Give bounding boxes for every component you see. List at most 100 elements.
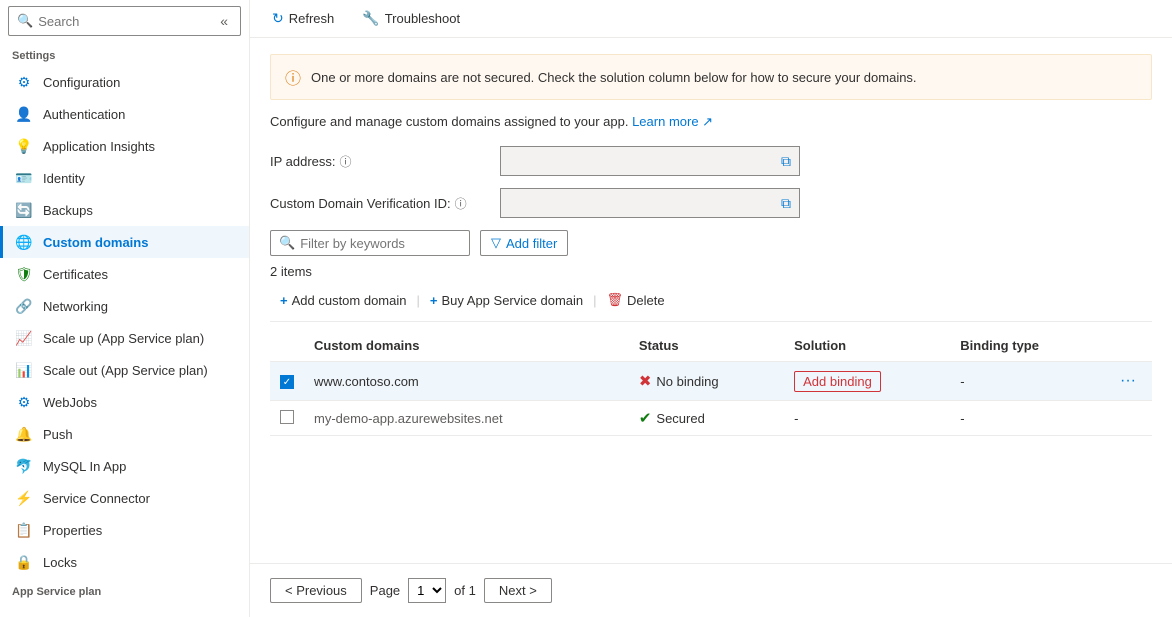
search-icon: 🔍 [17, 13, 33, 29]
sidebar-item-label: Authentication [43, 107, 125, 122]
sidebar-item-certificates[interactable]: 🛡 Certificates [0, 258, 249, 290]
next-button[interactable]: Next > [484, 578, 552, 603]
page-select[interactable]: 1 [408, 578, 446, 603]
custom-domain-id-row: Custom Domain Verification ID: ⓘ ⧉ [270, 188, 1152, 218]
row1-checkbox[interactable]: ✓ [280, 375, 294, 389]
row1-actions[interactable]: ··· [1104, 362, 1152, 401]
ip-address-input-wrap: ⧉ [500, 146, 800, 176]
sidebar-item-label: Custom domains [43, 235, 148, 250]
domains-table: Custom domains Status Solution Binding t… [270, 330, 1152, 436]
sidebar-item-label: Networking [43, 299, 108, 314]
items-count: 2 items [270, 264, 1152, 279]
row1-ellipsis-button[interactable]: ··· [1114, 370, 1142, 392]
authentication-icon: 👤 [15, 105, 33, 123]
content-area: ⓘ One or more domains are not secured. C… [250, 38, 1172, 563]
sidebar-item-label: MySQL In App [43, 459, 126, 474]
certificates-icon: 🛡 [15, 265, 33, 283]
sidebar-section-settings: Settings ⚙ Configuration 👤 Authenticatio… [0, 42, 249, 578]
row1-checkbox-cell[interactable]: ✓ [270, 362, 304, 401]
sidebar-item-configuration[interactable]: ⚙ Configuration [0, 66, 249, 98]
sidebar-item-identity[interactable]: 🪪 Identity [0, 162, 249, 194]
configuration-icon: ⚙ [15, 73, 33, 91]
row1-domain: www.contoso.com [304, 362, 629, 401]
sidebar-item-scale-out[interactable]: 📊 Scale out (App Service plan) [0, 354, 249, 386]
delete-icon: 🗑 [607, 292, 624, 308]
sidebar-item-application-insights[interactable]: 💡 Application Insights [0, 130, 249, 162]
add-custom-domain-button[interactable]: + Add custom domain [270, 288, 417, 313]
filter-bar: 🔍 ▽ Add filter [270, 230, 1152, 256]
delete-button[interactable]: 🗑 Delete [597, 287, 675, 313]
webjobs-icon: ⚙ [15, 393, 33, 411]
ip-address-copy-button[interactable]: ⧉ [779, 151, 793, 172]
previous-button[interactable]: < Previous [270, 578, 362, 603]
no-binding-error-icon: ✖ [639, 372, 652, 390]
custom-domain-id-input[interactable] [507, 196, 779, 211]
add-binding-button[interactable]: Add binding [794, 371, 881, 392]
sidebar-item-label: Service Connector [43, 491, 150, 506]
sidebar-item-label: Certificates [43, 267, 108, 282]
status-column-header: Status [629, 330, 784, 362]
service-connector-icon: ⚡ [15, 489, 33, 507]
sidebar: 🔍 « Settings ⚙ Configuration 👤 Authentic… [0, 0, 250, 617]
row1-solution[interactable]: Add binding [784, 362, 950, 401]
custom-domain-id-copy-button[interactable]: ⧉ [779, 193, 793, 214]
refresh-label: Refresh [289, 11, 335, 26]
custom-domains-icon: 🌐 [15, 233, 33, 251]
sidebar-item-networking[interactable]: 🔗 Networking [0, 290, 249, 322]
sidebar-item-webjobs[interactable]: ⚙ WebJobs [0, 386, 249, 418]
filter-input[interactable] [300, 236, 461, 251]
table-row: ✓ www.contoso.com ✖ No binding Add bindi… [270, 362, 1152, 401]
sidebar-item-label: Identity [43, 171, 85, 186]
sidebar-item-label: Scale up (App Service plan) [43, 331, 204, 346]
sidebar-item-push[interactable]: 🔔 Push [0, 418, 249, 450]
collapse-button[interactable]: « [216, 11, 232, 31]
row2-domain-text: my-demo-app.azurewebsites.net [314, 411, 503, 426]
custom-domain-id-label: Custom Domain Verification ID: ⓘ [270, 195, 500, 212]
sidebar-item-label: Properties [43, 523, 102, 538]
sidebar-item-mysql-in-app[interactable]: 🐬 MySQL In App [0, 450, 249, 482]
settings-section-label: Settings [0, 42, 249, 66]
sidebar-item-authentication[interactable]: 👤 Authentication [0, 98, 249, 130]
search-input[interactable] [38, 14, 216, 29]
buy-domain-icon: + [430, 293, 438, 308]
sidebar-item-locks[interactable]: 🔒 Locks [0, 546, 249, 578]
sidebar-item-properties[interactable]: 📋 Properties [0, 514, 249, 546]
sidebar-item-scale-up[interactable]: 📈 Scale up (App Service plan) [0, 322, 249, 354]
filter-icon: ▽ [491, 235, 501, 251]
troubleshoot-button[interactable]: 🔧 Troubleshoot [356, 6, 466, 31]
learn-more-link[interactable]: Learn more ↗ [632, 114, 713, 129]
sidebar-item-service-connector[interactable]: ⚡ Service Connector [0, 482, 249, 514]
sidebar-item-label: Configuration [43, 75, 120, 90]
buy-app-service-domain-button[interactable]: + Buy App Service domain [420, 288, 593, 313]
filter-search-icon: 🔍 [279, 235, 295, 251]
row2-checkbox[interactable] [280, 410, 294, 424]
warning-banner: ⓘ One or more domains are not secured. C… [270, 54, 1152, 100]
description-text: Configure and manage custom domains assi… [270, 114, 1152, 130]
locks-icon: 🔒 [15, 553, 33, 571]
domain-id-info-icon: ⓘ [455, 195, 467, 212]
identity-icon: 🪪 [15, 169, 33, 187]
troubleshoot-label: Troubleshoot [385, 11, 460, 26]
sidebar-item-custom-domains[interactable]: 🌐 Custom domains [0, 226, 249, 258]
no-binding-text: No binding [656, 374, 718, 389]
row2-actions [1104, 401, 1152, 436]
add-custom-domain-label: Add custom domain [292, 293, 407, 308]
warning-icon: ⓘ [285, 65, 301, 89]
filter-input-wrap[interactable]: 🔍 [270, 230, 470, 256]
ip-address-input[interactable] [507, 154, 779, 169]
row2-checkbox-cell[interactable] [270, 401, 304, 436]
refresh-button[interactable]: ↻ Refresh [266, 6, 340, 31]
sidebar-item-backups[interactable]: 🔄 Backups [0, 194, 249, 226]
row2-status: ✔ Secured [629, 401, 784, 436]
push-icon: 🔔 [15, 425, 33, 443]
networking-icon: 🔗 [15, 297, 33, 315]
refresh-icon: ↻ [272, 10, 284, 27]
warning-text: One or more domains are not secured. Che… [311, 70, 917, 85]
properties-icon: 📋 [15, 521, 33, 539]
row2-domain: my-demo-app.azurewebsites.net [304, 401, 629, 436]
pagination: < Previous Page 1 of 1 Next > [250, 563, 1172, 617]
sidebar-item-label: Application Insights [43, 139, 155, 154]
sidebar-search-wrap[interactable]: 🔍 « [8, 6, 241, 36]
sidebar-item-label: Backups [43, 203, 93, 218]
add-filter-button[interactable]: ▽ Add filter [480, 230, 568, 256]
